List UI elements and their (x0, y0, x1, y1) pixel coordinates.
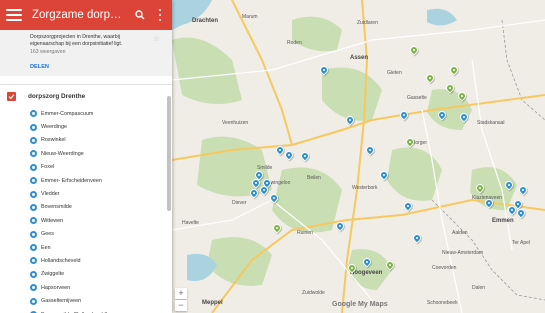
more-options-icon[interactable] (154, 7, 166, 23)
town-label: Schoonebeek (427, 300, 458, 306)
place-marker-icon (30, 110, 37, 118)
place-list-item[interactable]: Bovensmilde (Bollandsveld) (30, 308, 172, 313)
town-label: Stadskanaal (477, 120, 505, 126)
share-button[interactable]: DELEN (30, 64, 49, 70)
search-icon[interactable] (132, 7, 148, 23)
place-marker-icon (30, 244, 37, 252)
place-marker-icon (30, 297, 37, 305)
layer-name: dorpszorg Drenthe (28, 92, 86, 100)
place-name: Bovensmilde (41, 204, 72, 211)
city-label: Hoogeveen (350, 270, 383, 276)
town-label: Ruinen (297, 230, 313, 236)
place-name: Emmer-Compascuum (41, 110, 94, 117)
town-label: Roden (287, 40, 302, 46)
map-description: Dorpszorgprojecten in Drenthe, waarbij e… (30, 34, 123, 47)
place-list-item[interactable]: Gees (30, 228, 172, 241)
place-name: Hollandscheveld (41, 257, 81, 264)
place-marker-icon (30, 257, 37, 265)
place-list-item[interactable]: Wittewen (30, 214, 172, 227)
place-list-item[interactable]: Roswinkel (30, 134, 172, 147)
place-marker-icon (30, 150, 37, 158)
town-label: Westerbork (352, 185, 378, 191)
star-icon[interactable]: ☆ (153, 34, 160, 43)
place-list-item[interactable]: Vledder (30, 187, 172, 200)
place-name: Gasselternijveen (41, 298, 82, 305)
place-marker-icon (30, 123, 37, 131)
menu-icon[interactable] (6, 9, 22, 21)
map-base (172, 0, 545, 313)
place-name: Gees (41, 231, 54, 238)
google-attribution: Google My Maps (332, 301, 388, 308)
map-title: Zorgzame dorpen Dren... (32, 9, 126, 21)
town-label: Havelte (182, 220, 199, 226)
place-list-item[interactable]: Gasselternijveen (30, 294, 172, 307)
zoom-in-button[interactable]: + (175, 288, 187, 299)
place-list-item[interactable]: Een (30, 241, 172, 254)
place-marker-icon (30, 203, 37, 211)
place-marker-icon (30, 284, 37, 292)
map-info-panel: Dorpszorgprojecten in Drenthe, waarbij e… (0, 30, 172, 76)
layer-header[interactable]: dorpszorg Drenthe (0, 85, 172, 107)
place-name: Foxel (41, 164, 55, 171)
place-list-item[interactable]: Zwiggelte (30, 268, 172, 281)
sidebar-scrollbar[interactable] (167, 96, 171, 211)
place-name: Emmer- Erfscheidenveen (41, 177, 102, 184)
top-bar: Zorgzame dorpen Dren... (0, 0, 172, 30)
place-name: Nieuw-Weerdinge (41, 150, 84, 157)
town-label: Zuidlaren (357, 20, 378, 26)
town-label: Coevorden (432, 265, 457, 271)
place-name: Roswinkel (41, 137, 66, 144)
view-count: 163 weergaven (30, 49, 66, 55)
place-list-item[interactable]: Nieuw-Weerdinge (30, 147, 172, 160)
place-name: Wittewen (41, 217, 64, 224)
town-label: Gasselte (407, 95, 427, 101)
place-list-item[interactable]: Hapsorveen (30, 281, 172, 294)
sidebar: Zorgzame dorpen Dren... Dorpszorgproject… (0, 0, 172, 313)
town-label: Beilen (307, 175, 321, 181)
town-label: Diever (232, 200, 247, 206)
place-marker-icon (30, 136, 37, 144)
place-list-item[interactable]: Weerdinge (30, 120, 172, 133)
town-label: Marum (242, 14, 258, 20)
town-label: Gieten (387, 70, 402, 76)
place-name: Een (41, 244, 51, 251)
town-label: Dalen (472, 285, 486, 291)
city-label: Drachten (192, 18, 219, 24)
place-marker-icon (30, 190, 37, 198)
place-name: Vledder (41, 191, 60, 198)
town-label: Ter Apel (512, 240, 531, 246)
place-marker-icon (30, 230, 37, 238)
town-label: Aalden (452, 230, 468, 236)
city-label: Meppel (202, 300, 223, 306)
town-label: Nieuw-Amsterdam (442, 250, 484, 256)
place-name: Weerdinge (41, 124, 67, 131)
layer-checkbox[interactable] (7, 91, 16, 101)
place-marker-icon (30, 177, 37, 185)
place-name: Zwiggelte (41, 271, 65, 278)
place-marker-icon (30, 163, 37, 171)
place-name: Hapsorveen (41, 284, 71, 291)
zoom-out-button[interactable]: − (175, 300, 187, 311)
place-marker-icon (30, 217, 37, 225)
place-list-item[interactable]: Emmer- Erfscheidenveen (30, 174, 172, 187)
place-list: Emmer-Compascuum Weerdinge Roswinkel Nieuw-… (0, 107, 172, 313)
place-marker-icon (30, 270, 37, 278)
place-list-item[interactable]: Bovensmilde (30, 201, 172, 214)
city-label: Assen (350, 55, 369, 61)
town-label: Veenhuizen (222, 120, 249, 126)
town-label: Zuidwolde (302, 290, 325, 296)
place-list-item[interactable]: Emmer-Compascuum (30, 107, 172, 120)
city-label: Emmen (492, 218, 514, 224)
place-list-item[interactable]: Foxel (30, 161, 172, 174)
place-list-item[interactable]: Hollandscheveld (30, 254, 172, 267)
map-canvas[interactable]: Assen Emmen Hoogeveen Drachten Meppel Marum Ro… (172, 0, 545, 313)
